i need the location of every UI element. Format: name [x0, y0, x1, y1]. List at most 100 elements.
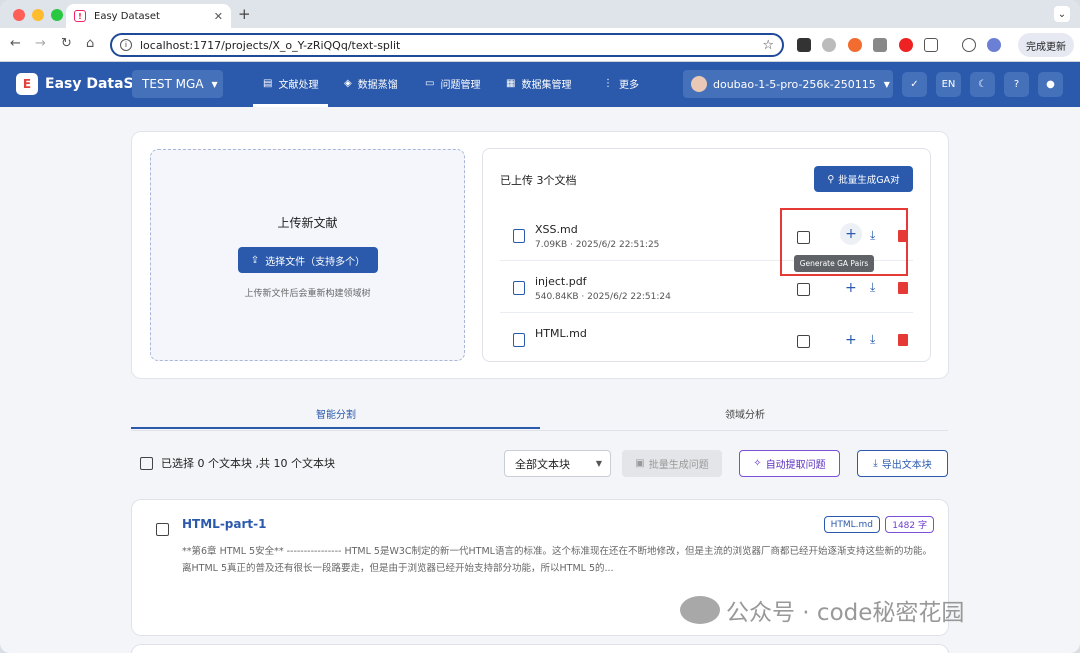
nav-label: 文献处理 — [278, 80, 319, 91]
nav-more[interactable]: ⋮ 更多 — [603, 76, 639, 91]
browser-toolbar: ← → ↻ ⌂ i localhost:1717/projects/X_o_Y-… — [0, 28, 1080, 62]
moon-icon[interactable]: ☾ — [970, 72, 995, 97]
site-info-icon[interactable]: i — [120, 39, 132, 51]
add-icon[interactable]: + — [845, 332, 857, 348]
auto-extract-button[interactable]: ✧ 自动提取问题 — [739, 450, 840, 477]
chevron-down-icon: ▼ — [595, 459, 602, 468]
doc-checkbox[interactable] — [797, 335, 810, 348]
nav-datasets[interactable]: ▦ 数据集管理 — [506, 76, 571, 91]
chunk-filter-select[interactable]: 全部文本块 ▼ — [504, 450, 611, 477]
chunk-checkbox[interactable] — [156, 523, 169, 536]
github-icon[interactable]: ● — [1038, 72, 1063, 97]
home-icon[interactable]: ⌂ — [86, 36, 94, 51]
nav-docs[interactable]: ▤ 文献处理 — [252, 76, 329, 107]
tab-smart-split[interactable]: 智能分割 — [316, 406, 356, 421]
check-icon[interactable]: ✓ — [902, 72, 927, 97]
choose-files-button[interactable]: ⇪ 选择文件（支持多个） — [238, 247, 378, 273]
doc-meta: 540.84KB · 2025/6/2 22:51:24 — [535, 292, 671, 302]
chevron-down-icon: ▼ — [211, 79, 218, 89]
doc-name[interactable]: inject.pdf — [535, 275, 587, 288]
doc-name[interactable]: HTML.md — [535, 327, 587, 340]
tab-indicator — [131, 427, 540, 429]
nav-label: 数据蒸馏 — [357, 80, 398, 91]
doc-name[interactable]: XSS.md — [535, 223, 578, 236]
magic-wand-icon: ✧ — [753, 458, 762, 469]
nav-questions[interactable]: ▭ 问题管理 — [425, 76, 480, 91]
extension-icon[interactable] — [822, 38, 836, 52]
forward-icon[interactable]: → — [35, 36, 46, 51]
batch-generate-label: 批量生成GA对 — [838, 175, 900, 186]
download-icon: ⤓ — [873, 458, 878, 469]
chunk-title[interactable]: HTML-part-1 — [182, 517, 266, 531]
file-icon — [513, 229, 525, 243]
sync-icon[interactable] — [962, 38, 976, 52]
doc-row: HTML.md + ⤓ — [500, 313, 913, 361]
extension-icon[interactable] — [848, 38, 862, 52]
upload-hint: 上传新文件后会重新构建领域树 — [244, 289, 371, 299]
download-icon[interactable]: ⤓ — [870, 280, 875, 295]
browser-tab[interactable]: ! Easy Dataset ✕ — [66, 4, 231, 28]
chevron-down-icon: ▼ — [883, 79, 890, 89]
model-avatar — [691, 76, 707, 92]
add-icon[interactable]: + — [845, 280, 857, 296]
delete-icon[interactable] — [898, 282, 908, 294]
more-icon: ⋮ — [603, 78, 613, 89]
selection-summary: 已选择 0 个文本块 ,共 10 个文本块 — [140, 455, 335, 471]
update-button[interactable]: 完成更新 — [1018, 33, 1074, 57]
char-count-tag: 1482 字 — [885, 516, 934, 533]
select-all-checkbox[interactable] — [140, 456, 153, 470]
section-tabs: 智能分割 领域分析 — [131, 399, 948, 431]
chunk-text: **第6章 HTML 5安全** ---------------- HTML 5… — [182, 546, 932, 574]
doc-checkbox[interactable] — [797, 283, 810, 296]
help-icon[interactable]: ? — [1004, 72, 1029, 97]
project-select[interactable]: TEST MGA ▼ — [132, 70, 223, 98]
download-icon[interactable]: ⤓ — [870, 332, 875, 347]
puzzle-icon[interactable] — [924, 38, 938, 52]
url-text: localhost:1717/projects/X_o_Y-zRiQQq/tex… — [140, 38, 401, 52]
export-chunks-button[interactable]: ⤓ 导出文本块 — [857, 450, 948, 477]
new-tab-button[interactable]: + — [238, 5, 251, 23]
extension-icon[interactable] — [797, 38, 811, 52]
tab-strip: ! Easy Dataset ✕ + ⌄ — [0, 0, 1080, 28]
filter-value: 全部文本块 — [515, 457, 570, 471]
watermark-text: 公众号 · code秘密花园 — [726, 600, 965, 626]
bookmark-star-icon[interactable]: ☆ — [762, 38, 774, 53]
cube-icon: ◈ — [344, 78, 352, 89]
batch-icon: ▣ — [635, 458, 645, 469]
address-bar[interactable]: i localhost:1717/projects/X_o_Y-zRiQQq/t… — [110, 33, 784, 57]
app-header: E Easy DataSet TEST MGA ▼ ▤ 文献处理 ◈ 数据蒸馏 ▭ 问题… — [0, 62, 1080, 107]
maximize-window-button[interactable] — [51, 9, 63, 21]
batch-generate-button[interactable]: ⚲ 批量生成GA对 — [814, 166, 913, 192]
close-tab-icon[interactable]: ✕ — [214, 10, 223, 23]
batch-questions-button[interactable]: ▣ 批量生成问题 — [622, 450, 722, 477]
export-label: 导出文本块 — [881, 460, 932, 471]
close-window-button[interactable] — [13, 9, 25, 21]
upload-icon: ⇪ — [250, 254, 260, 266]
choose-files-label: 选择文件（支持多个） — [265, 256, 366, 268]
tab-domain-analysis[interactable]: 领域分析 — [725, 406, 765, 421]
back-icon[interactable]: ← — [10, 36, 21, 51]
watermark: 公众号 · code秘密花园 — [680, 593, 964, 627]
nav-distill[interactable]: ◈ 数据蒸馏 — [344, 76, 398, 91]
minimize-window-button[interactable] — [32, 9, 44, 21]
nav-label: 更多 — [619, 80, 639, 91]
chunk-card — [131, 644, 949, 653]
favicon-icon: ! — [74, 10, 86, 22]
app-logo: E — [16, 73, 38, 95]
chat-icon: ▭ — [425, 78, 435, 89]
tab-search-button[interactable]: ⌄ — [1054, 6, 1070, 22]
model-select[interactable]: doubao-1-5-pro-256k-250115 ▼ — [683, 70, 893, 98]
file-icon — [513, 281, 525, 295]
file-icon — [513, 333, 525, 347]
wechat-icon — [680, 596, 720, 624]
auto-extract-label: 自动提取问题 — [765, 460, 826, 471]
extension-icon[interactable] — [873, 38, 887, 52]
batch-questions-label: 批量生成问题 — [648, 460, 709, 471]
extension-icon[interactable] — [899, 38, 913, 52]
upload-dropzone[interactable]: 上传新文献 ⇪ 选择文件（支持多个） 上传新文件后会重新构建领域树 — [150, 149, 465, 361]
reload-icon[interactable]: ↻ — [61, 36, 72, 51]
delete-icon[interactable] — [898, 334, 908, 346]
language-button[interactable]: EN — [936, 72, 961, 97]
profile-avatar[interactable] — [987, 38, 1001, 52]
nav-label: 问题管理 — [440, 80, 481, 91]
